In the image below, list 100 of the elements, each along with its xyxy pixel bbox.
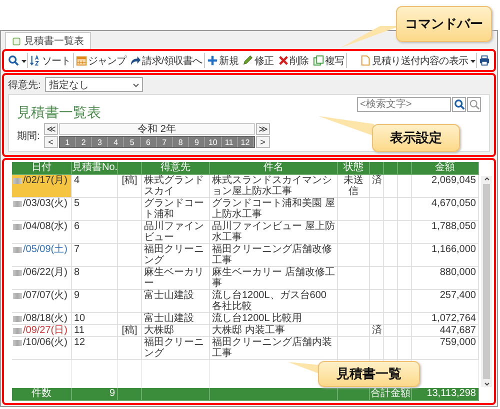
cross-icon xyxy=(278,55,289,66)
search-field[interactable]: <検索文字> xyxy=(357,97,451,112)
preview-button[interactable]: 見積り送付内容の表示 xyxy=(358,52,470,69)
date-text: /04/08(水) xyxy=(23,221,68,232)
table-cell: 5 xyxy=(72,198,118,221)
empty-cell xyxy=(118,198,142,221)
client-dropdown[interactable]: 指定なし xyxy=(44,77,143,92)
month-button[interactable]: 8 xyxy=(172,137,190,147)
month-button[interactable]: 12 xyxy=(238,137,254,147)
table-cell: 未送信 xyxy=(338,175,370,198)
empty-cell xyxy=(118,221,142,244)
table-cell: 9 xyxy=(72,290,118,313)
empty-cell xyxy=(398,175,412,198)
table-cell: 福田クリーニング xyxy=(142,244,210,267)
month-button[interactable]: 1 xyxy=(60,137,76,147)
toolbar-button[interactable]: 複写 xyxy=(310,52,346,69)
callout: コマンドバー xyxy=(396,6,492,42)
search-icon xyxy=(468,99,480,110)
toolbar-button[interactable]: ジャンプ xyxy=(74,52,128,69)
search-button[interactable] xyxy=(452,97,466,112)
search-button[interactable] xyxy=(467,97,481,112)
date-text: /06/22(月) xyxy=(23,267,68,278)
callout-pointer xyxy=(318,116,374,136)
scroll-thumb[interactable] xyxy=(483,184,490,379)
period-label: 期間: xyxy=(17,130,40,142)
table-cell: [稿] xyxy=(118,325,142,337)
empty-cell xyxy=(384,175,398,198)
last-button[interactable]: ≫ xyxy=(256,123,270,135)
redacted-mark xyxy=(13,224,22,230)
month-button[interactable]: 9 xyxy=(189,137,206,147)
date-text: /07/07(火) xyxy=(23,290,68,301)
date-text: /08/18(火) xyxy=(23,313,68,324)
empty-cell xyxy=(398,290,412,313)
empty-cell xyxy=(338,244,370,267)
empty-cell xyxy=(370,267,384,290)
table-cell: 447,687 xyxy=(412,325,479,337)
empty-cell xyxy=(118,244,142,267)
month-button[interactable]: 3 xyxy=(92,137,108,147)
table-cell: 9 xyxy=(72,388,118,401)
empty-cell xyxy=(338,221,370,244)
first-button[interactable]: ≪ xyxy=(44,123,58,135)
table-cell: 麻生ベーカリー xyxy=(142,267,210,290)
toolbar-button[interactable]: 請求/領収書へ xyxy=(128,52,204,69)
redacted-mark xyxy=(13,178,22,184)
search-icon xyxy=(8,55,19,66)
table-cell: グランドコート浦和 xyxy=(142,198,210,221)
month-button[interactable]: 4 xyxy=(108,137,124,147)
caret-icon xyxy=(21,58,27,64)
table-cell: 8 xyxy=(72,267,118,290)
toolbar-button[interactable]: ソート xyxy=(28,52,73,69)
table-cell: 流し台1200L 比較用 xyxy=(210,313,338,325)
table-cell: 流し台1200L、ガス台600 各社比較 xyxy=(210,290,338,313)
table-cell: 大株邸 xyxy=(142,325,210,337)
empty-cell xyxy=(384,267,398,290)
empty-cell xyxy=(370,244,384,267)
toolbar-button[interactable]: 新規 xyxy=(205,52,240,69)
table-cell: 株式スランドスカイマンション屋上防水工事 xyxy=(210,175,338,198)
tab[interactable]: 見積書一覧表 xyxy=(5,32,91,49)
table-cell: 7 xyxy=(72,244,118,267)
empty-cell xyxy=(338,325,370,337)
empty-cell xyxy=(398,221,412,244)
month-button[interactable]: 11 xyxy=(222,137,238,147)
column-header: 見積書No. xyxy=(72,162,118,175)
empty-cell xyxy=(398,313,412,325)
redacted-mark xyxy=(13,201,22,207)
month-button[interactable]: 2 xyxy=(76,137,92,147)
empty-cell xyxy=(118,337,142,360)
empty-cell xyxy=(384,244,398,267)
previous-button[interactable]: < xyxy=(44,136,58,148)
redacted-mark xyxy=(13,247,22,253)
toolbar-button[interactable]: 削除 xyxy=(276,52,311,69)
table-cell: 件数 xyxy=(12,388,72,401)
caret-icon xyxy=(470,58,476,64)
table-cell: 富士山建設 xyxy=(142,290,210,313)
search-icon xyxy=(454,99,464,110)
month-button[interactable]: 7 xyxy=(156,137,173,147)
redacted-mark xyxy=(13,293,22,299)
empty-cell xyxy=(338,290,370,313)
table-cell: 株式グランドスカイ xyxy=(142,175,210,198)
month-button[interactable]: 5 xyxy=(124,137,141,147)
month-button[interactable]: 6 xyxy=(140,137,157,147)
empty-cell xyxy=(398,325,412,337)
empty-cell xyxy=(338,267,370,290)
callout: 表示設定 xyxy=(372,124,460,152)
empty-cell xyxy=(118,290,142,313)
copy-icon xyxy=(312,55,324,66)
empty-cell xyxy=(370,313,384,325)
scroll-up-icon xyxy=(484,176,490,182)
table-cell: 6 xyxy=(72,221,118,244)
table-cell: 済 xyxy=(370,175,384,198)
table-cell: 麻生ベーカリー 店舗改修工事 xyxy=(210,267,338,290)
scrollbar[interactable] xyxy=(481,176,492,387)
page-title: 見積書一覧表 xyxy=(17,104,101,122)
empty-cell xyxy=(370,221,384,244)
month-button[interactable]: 10 xyxy=(205,137,222,147)
toolbar-button[interactable]: 修正 xyxy=(240,52,276,69)
table-cell: 福田クリーニング xyxy=(142,337,210,360)
date-text: /05/09(土) xyxy=(23,244,68,255)
next-button[interactable]: > xyxy=(256,136,270,148)
column-header: 件名 xyxy=(210,162,338,175)
